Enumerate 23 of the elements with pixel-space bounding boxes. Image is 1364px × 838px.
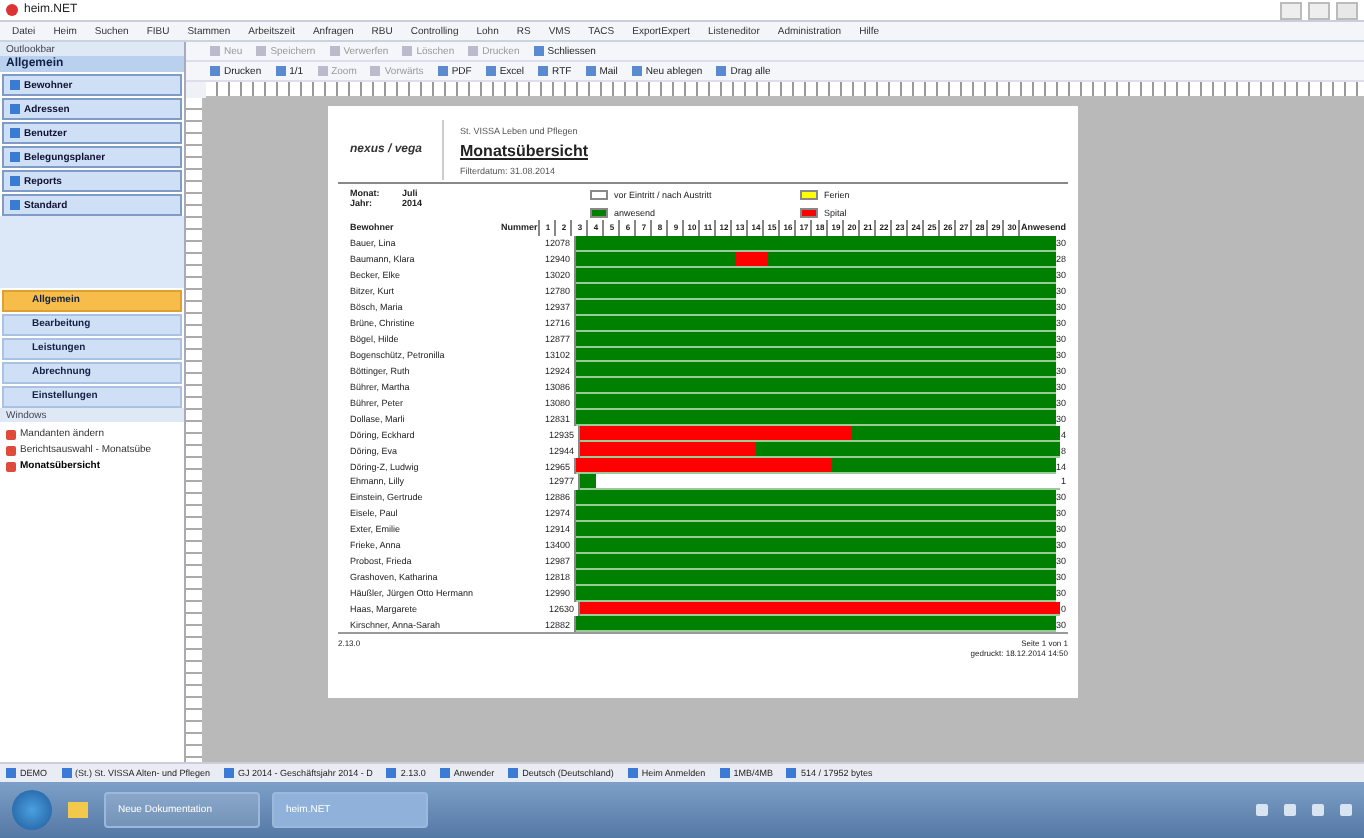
status-icon bbox=[508, 768, 519, 778]
app-icon bbox=[6, 4, 18, 16]
status-icon bbox=[439, 768, 450, 778]
item-icon bbox=[10, 200, 20, 210]
status-icon bbox=[386, 768, 397, 778]
status-icon bbox=[627, 768, 638, 778]
status-icon bbox=[719, 768, 730, 778]
status-icon bbox=[61, 768, 71, 778]
start-button[interactable] bbox=[12, 790, 52, 830]
tray-icon[interactable] bbox=[1256, 804, 1268, 816]
status-icon bbox=[6, 768, 16, 778]
tray-icon[interactable] bbox=[1284, 804, 1296, 816]
status-icon bbox=[786, 768, 797, 778]
tray-icon[interactable] bbox=[1312, 804, 1324, 816]
item-icon bbox=[10, 80, 20, 90]
folder-icon[interactable] bbox=[68, 802, 88, 818]
report-title: Monatsübersicht bbox=[460, 141, 589, 159]
item-icon bbox=[10, 152, 20, 162]
item-icon bbox=[10, 128, 20, 138]
tray-icon[interactable] bbox=[1340, 804, 1352, 816]
status-icon bbox=[224, 768, 235, 778]
item-icon bbox=[10, 104, 20, 114]
item-icon bbox=[10, 176, 20, 186]
